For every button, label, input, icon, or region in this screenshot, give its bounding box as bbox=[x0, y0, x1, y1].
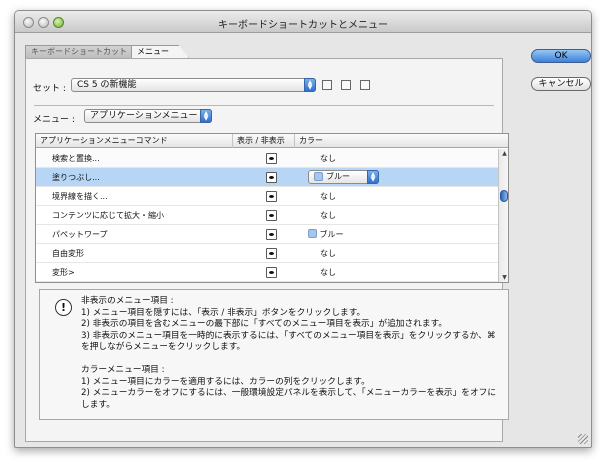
info-line: カラーメニュー項目 : bbox=[81, 365, 165, 375]
table-body: 検索と置換... なし 塗りつぶし... ブルー ▲ ▼ 境界線を描く... なし… bbox=[36, 149, 498, 282]
table-header: アプリケーションメニューコマンド 表示 / 非表示 カラー bbox=[36, 134, 508, 148]
color-value[interactable]: なし bbox=[320, 267, 336, 278]
table-row[interactable]: 塗りつぶし... ブルー ▲ ▼ bbox=[36, 168, 498, 187]
info-line: 1) メニュー項目にカラーを適用するには、カラーの列をクリックします。 bbox=[81, 376, 370, 387]
scroll-down-icon[interactable]: ▼ bbox=[499, 273, 508, 282]
tab-keyboard-shortcuts[interactable]: キーボードショートカット bbox=[25, 45, 133, 58]
command-label: パペットワープ bbox=[52, 230, 108, 239]
save-set-icon[interactable] bbox=[322, 80, 332, 90]
color-value[interactable]: なし bbox=[320, 248, 336, 259]
command-label: 塗りつぶし... bbox=[52, 173, 100, 182]
visibility-eye-icon[interactable] bbox=[266, 229, 277, 240]
column-color[interactable]: カラー bbox=[295, 134, 498, 148]
menu-type-value: アプリケーションメニュー bbox=[90, 111, 198, 121]
create-new-set-icon[interactable] bbox=[341, 80, 351, 90]
menu-label: メニュー : bbox=[33, 115, 75, 125]
scroll-up-icon[interactable]: ▲ bbox=[499, 149, 508, 159]
command-label: 変形> bbox=[52, 268, 75, 277]
menu-commands-table: アプリケーションメニューコマンド 表示 / 非表示 カラー 検索と置換... な… bbox=[35, 133, 509, 283]
ok-button[interactable]: OK bbox=[531, 49, 591, 63]
info-exclamation-icon: ! bbox=[55, 299, 72, 316]
color-value[interactable]: なし bbox=[320, 210, 336, 221]
table-row[interactable]: コンテンツに応じて拡大・縮小 なし bbox=[36, 206, 498, 225]
table-row[interactable]: 検索と置換... なし bbox=[36, 149, 498, 168]
set-label: セット : bbox=[33, 84, 66, 94]
color-select[interactable]: ブルー ▲ ▼ bbox=[308, 170, 379, 184]
info-line bbox=[81, 354, 499, 366]
command-label: 自由変形 bbox=[52, 249, 84, 258]
info-line: 2) 非表示の項目を含むメニューの最下部に「すべてのメニュー項目を表示」が追加さ… bbox=[81, 319, 448, 329]
column-command[interactable]: アプリケーションメニューコマンド bbox=[36, 134, 233, 148]
command-label: 検索と置換... bbox=[52, 154, 100, 163]
info-line: 1) メニュー項目を隠すには、「表示 / 非表示」ボタンをクリックします。 bbox=[81, 307, 366, 318]
table-row[interactable]: 変形> なし bbox=[36, 263, 498, 282]
color-select-value: ブルー bbox=[326, 172, 350, 181]
resize-grip-icon[interactable] bbox=[578, 434, 588, 444]
color-value[interactable]: なし bbox=[320, 191, 336, 202]
visibility-eye-icon[interactable] bbox=[266, 191, 277, 202]
table-row[interactable]: パペットワープ ブルー bbox=[36, 225, 498, 244]
cancel-button[interactable]: キャンセル bbox=[531, 77, 591, 91]
blue-swatch-icon bbox=[314, 172, 323, 181]
table-scrollbar[interactable]: ▲ ▼ bbox=[498, 149, 508, 282]
visibility-eye-icon[interactable] bbox=[266, 267, 277, 278]
keyboard-shortcuts-dialog: キーボードショートカットとメニュー キーボードショートカット メニュー セット … bbox=[14, 10, 592, 448]
tab-menus[interactable]: メニュー bbox=[131, 45, 189, 58]
visibility-eye-icon[interactable] bbox=[266, 153, 277, 164]
delete-set-icon[interactable] bbox=[360, 80, 370, 90]
title-bar[interactable]: キーボードショートカットとメニュー bbox=[15, 11, 591, 33]
menu-type-select[interactable]: アプリケーションメニュー ▲ ▼ bbox=[84, 109, 212, 123]
popup-arrows-icon: ▲ ▼ bbox=[367, 170, 379, 184]
info-line: 非表示のメニュー項目 : bbox=[81, 296, 174, 306]
command-label: コンテンツに応じて拡大・縮小 bbox=[52, 211, 164, 220]
window-title: キーボードショートカットとメニュー bbox=[218, 20, 388, 31]
info-line: 3) 非表示のメニュー項目を一時的に表示するには、「すべてのメニュー項目を表示」… bbox=[81, 330, 496, 353]
info-line: 2) メニューカラーをオフにするには、一般環境設定パネルを表示して、「メニューカ… bbox=[81, 388, 497, 410]
set-divider bbox=[34, 105, 494, 106]
column-visibility[interactable]: 表示 / 非表示 bbox=[233, 134, 295, 148]
scroll-thumb[interactable] bbox=[500, 190, 508, 202]
blue-swatch-icon bbox=[308, 229, 317, 238]
info-box: ! 非表示のメニュー項目 : 1) メニュー項目を隠すには、「表示 / 非表示」… bbox=[39, 289, 509, 420]
color-value[interactable]: なし bbox=[320, 153, 336, 164]
color-text: ブルー bbox=[319, 230, 344, 239]
visibility-eye-icon[interactable] bbox=[266, 248, 277, 259]
table-row[interactable]: 自由変形 なし bbox=[36, 244, 498, 263]
visibility-eye-icon[interactable] bbox=[266, 210, 277, 221]
info-text: 非表示のメニュー項目 : 1) メニュー項目を隠すには、「表示 / 非表示」ボタ… bbox=[81, 296, 499, 411]
color-value[interactable]: ブルー bbox=[308, 229, 344, 240]
set-select-value: CS 5 の新機能 bbox=[77, 80, 137, 90]
visibility-eye-icon[interactable] bbox=[266, 172, 277, 183]
popup-arrows-icon: ▲ ▼ bbox=[200, 109, 212, 123]
command-label: 境界線を描く... bbox=[52, 192, 108, 201]
popup-arrows-icon: ▲ ▼ bbox=[304, 78, 316, 92]
table-row[interactable]: 境界線を描く... なし bbox=[36, 187, 498, 206]
set-select[interactable]: CS 5 の新機能 ▲ ▼ bbox=[71, 78, 316, 92]
